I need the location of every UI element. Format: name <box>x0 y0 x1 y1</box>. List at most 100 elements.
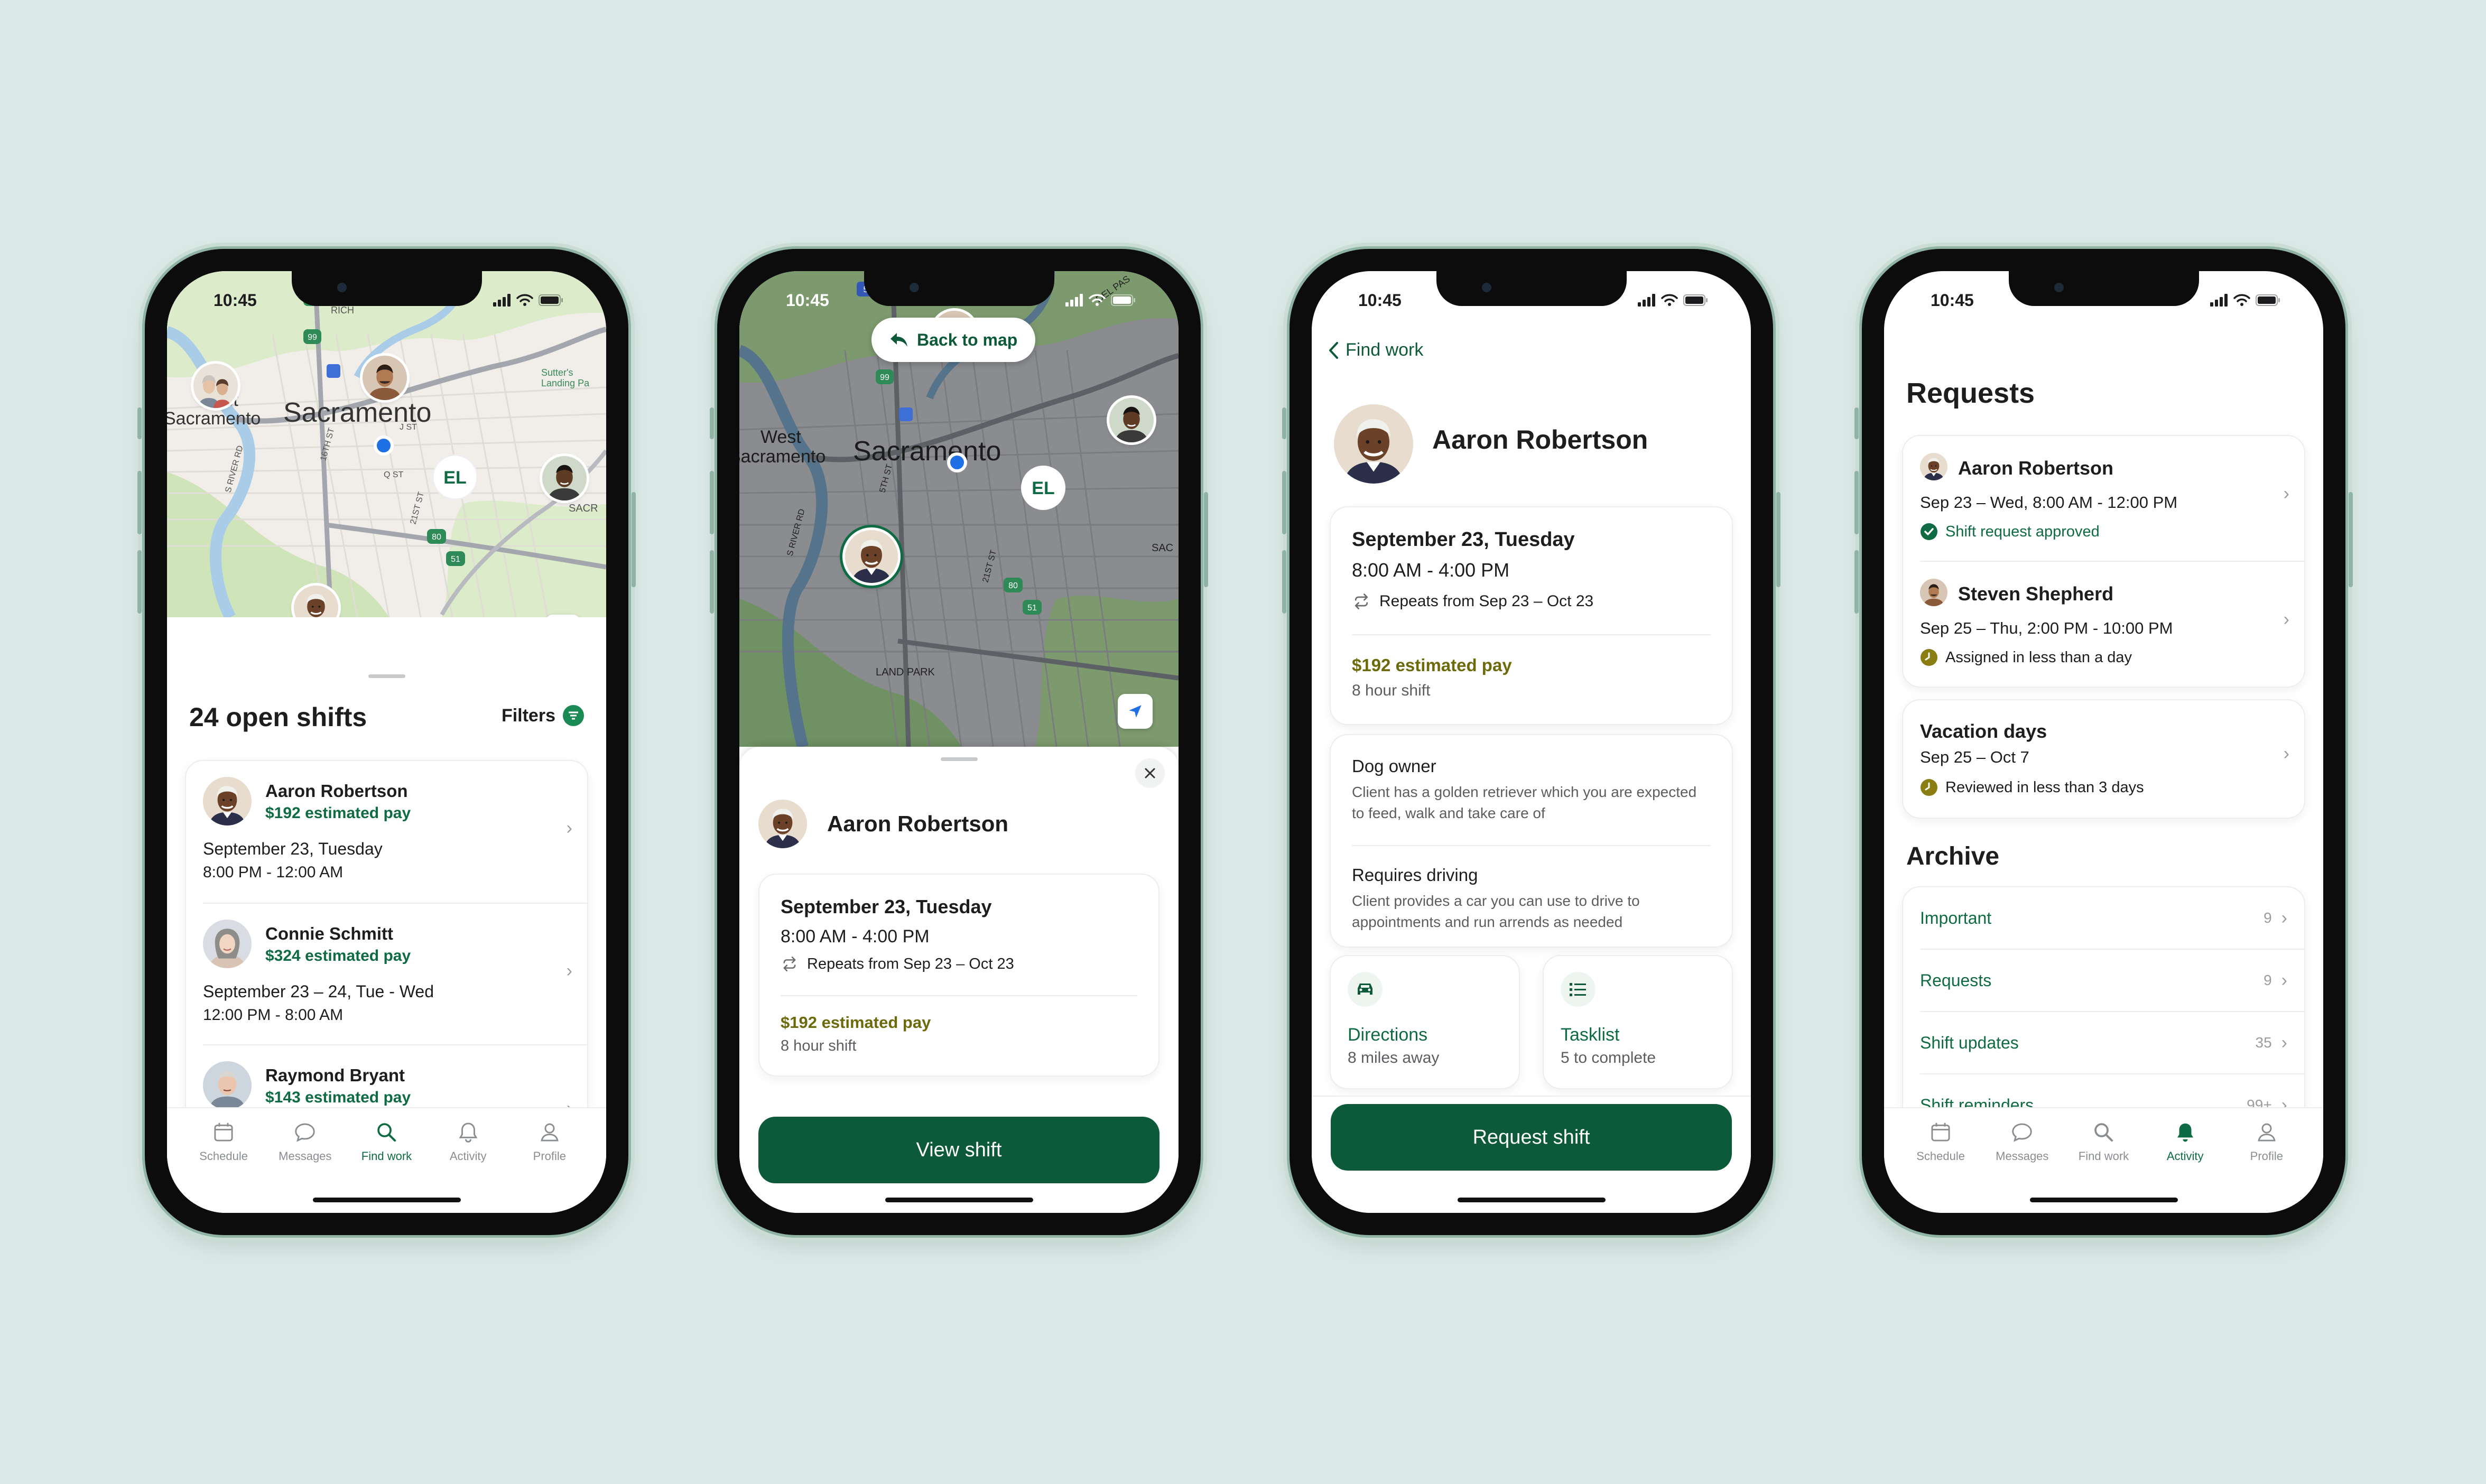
profile-icon <box>2255 1120 2279 1144</box>
repeats-text: Repeats from Sep 23 – Oct 23 <box>1379 592 1594 610</box>
transit-icon <box>327 364 340 378</box>
estimated-pay: $192 estimated pay <box>1352 655 1512 675</box>
shift-item-connie[interactable]: Connie Schmitt $324 estimated pay Septem… <box>186 904 587 1044</box>
cluster-marker-el[interactable]: EL <box>1021 466 1065 510</box>
filters-button[interactable]: Filters <box>502 705 584 726</box>
sheet-handle[interactable] <box>940 757 978 761</box>
map-view[interactable]: West Sacramento Sacramento SAC LAND PARK… <box>739 271 1179 747</box>
request-shift-button[interactable]: Request shift <box>1331 1104 1732 1171</box>
request-item-steven[interactable]: Steven Shepherd Sep 25 – Thu, 2:00 PM - … <box>1903 562 2304 687</box>
notch <box>2008 271 2199 306</box>
status-time: 10:45 <box>786 290 829 310</box>
svg-text:EL: EL <box>443 468 466 488</box>
tab-label: Find work <box>2078 1149 2129 1163</box>
highway-99-shield: 99 <box>303 329 321 344</box>
locate-me-button[interactable] <box>1118 694 1153 729</box>
home-indicator <box>312 1198 461 1202</box>
archive-item-shift-updates[interactable]: Shift updates 35 › <box>1903 1012 2304 1073</box>
svg-text:51: 51 <box>1027 604 1037 613</box>
clock-icon <box>1921 779 1937 796</box>
screen: 10:45 Find work Aaron Robertson Septembe… <box>1312 271 1751 1213</box>
requirements-card: Dog owner Client has a golden retriever … <box>1330 734 1733 948</box>
map-avatar-worker[interactable] <box>1109 398 1154 442</box>
tab-label: Activity <box>449 1149 487 1163</box>
highway-51-shield: 51 <box>446 551 465 566</box>
calendar-icon <box>1928 1120 1953 1144</box>
archive-item-important[interactable]: Important 9 › <box>1903 887 2304 949</box>
requests-card: Aaron Robertson Sep 23 – Wed, 8:00 AM - … <box>1902 435 2305 688</box>
archive-count: 35 <box>2255 1034 2272 1051</box>
request-detail: Sep 25 – Thu, 2:00 PM - 10:00 PM <box>1920 619 2173 637</box>
clock-icon <box>1921 649 1937 666</box>
screen: 10:45 <box>167 271 606 1213</box>
shift-date: September 23, Tuesday <box>203 839 383 858</box>
back-link[interactable]: Find work <box>1328 340 1423 360</box>
message-icon <box>293 1120 317 1144</box>
tab-label: Profile <box>2250 1149 2284 1163</box>
map-avatar-aaron-selected[interactable] <box>845 530 898 583</box>
profile-icon <box>537 1120 562 1144</box>
screen: 10:45 Requests Aaron Robertson Sep 23 – … <box>1884 271 2323 1213</box>
home-indicator <box>2029 1198 2178 1202</box>
notch <box>864 271 1054 306</box>
shift-summary-card: September 23, Tuesday 8:00 AM - 4:00 PM … <box>1330 506 1733 725</box>
map-avatar-steven[interactable] <box>363 356 407 400</box>
vacation-status: Reviewed in less than 3 days <box>1945 778 2144 796</box>
signal-icon <box>493 294 511 307</box>
back-to-map-label: Back to map <box>917 330 1018 349</box>
tab-schedule[interactable]: Schedule <box>1904 1108 1978 1213</box>
location-arrow-icon <box>1126 702 1145 721</box>
phone-map-preview: 10:45 West acramento Sacramento SAC LAND… <box>710 249 1208 1235</box>
shift-pay: $324 estimated pay <box>265 947 411 964</box>
notch <box>1436 271 1627 306</box>
vacation-card[interactable]: Vacation days Sep 25 – Oct 7 Reviewed in… <box>1902 699 2305 819</box>
tab-label: Messages <box>279 1149 332 1163</box>
map-avatar-group[interactable] <box>193 364 238 408</box>
request-shift-label: Request shift <box>1472 1126 1590 1148</box>
archive-label: Shift updates <box>1920 1033 2019 1052</box>
status-time: 10:45 <box>1931 290 1974 310</box>
wifi-icon <box>516 294 533 306</box>
map-label-sacr: SACR <box>569 503 598 514</box>
map-label-sacramento: Sacramento <box>853 436 1001 467</box>
request-item-aaron[interactable]: Aaron Robertson Sep 23 – Wed, 8:00 AM - … <box>1903 436 2304 561</box>
request-name: Steven Shepherd <box>1958 583 2114 605</box>
estimated-pay: $192 estimated pay <box>781 1013 931 1032</box>
tab-schedule[interactable]: Schedule <box>187 1108 261 1213</box>
view-shift-button[interactable]: View shift <box>758 1117 1159 1183</box>
directions-title: Directions <box>1348 1025 1428 1045</box>
battery-icon <box>1683 294 1708 306</box>
tab-profile[interactable]: Profile <box>2230 1108 2304 1213</box>
bell-icon <box>456 1120 480 1144</box>
chevron-right-icon: › <box>2283 484 2289 504</box>
locate-me-button[interactable] <box>545 615 580 617</box>
wifi-icon <box>1089 294 1106 306</box>
map-avatar-worker[interactable] <box>542 456 587 500</box>
tasklist-title: Tasklist <box>1561 1025 1620 1045</box>
tab-profile[interactable]: Profile <box>513 1108 587 1213</box>
archive-label: Requests <box>1920 970 1992 990</box>
map-label-sac: SAC <box>1152 542 1173 554</box>
map-label-west-sacramento: Sacramento <box>739 447 825 467</box>
tab-label: Find work <box>361 1149 412 1163</box>
repeat-icon <box>781 955 799 973</box>
request-status: Assigned in less than a day <box>1945 648 2132 666</box>
highway-51-shield: 51 <box>1023 600 1042 615</box>
tasklist-tile[interactable]: Tasklist 5 to complete <box>1543 955 1733 1089</box>
cluster-marker-el[interactable]: EL <box>432 454 478 500</box>
svg-text:80: 80 <box>432 533 441 542</box>
tab-label: Activity <box>2166 1149 2204 1163</box>
sheet-handle[interactable] <box>368 674 405 678</box>
back-arrow-icon <box>890 333 907 347</box>
tab-label: Schedule <box>1916 1149 1965 1163</box>
shift-hours: 8 hour shift <box>1352 682 1431 699</box>
avatar <box>203 920 252 968</box>
shift-item-aaron[interactable]: Aaron Robertson $192 estimated pay Septe… <box>186 761 587 903</box>
directions-tile[interactable]: Directions 8 miles away <box>1330 955 1520 1089</box>
close-button[interactable] <box>1135 758 1165 788</box>
chevron-right-icon: › <box>2281 970 2287 990</box>
wifi-icon <box>2233 294 2250 306</box>
signal-icon <box>1638 294 1655 307</box>
archive-item-requests[interactable]: Requests 9 › <box>1903 950 2304 1011</box>
view-shift-label: View shift <box>916 1138 1002 1161</box>
